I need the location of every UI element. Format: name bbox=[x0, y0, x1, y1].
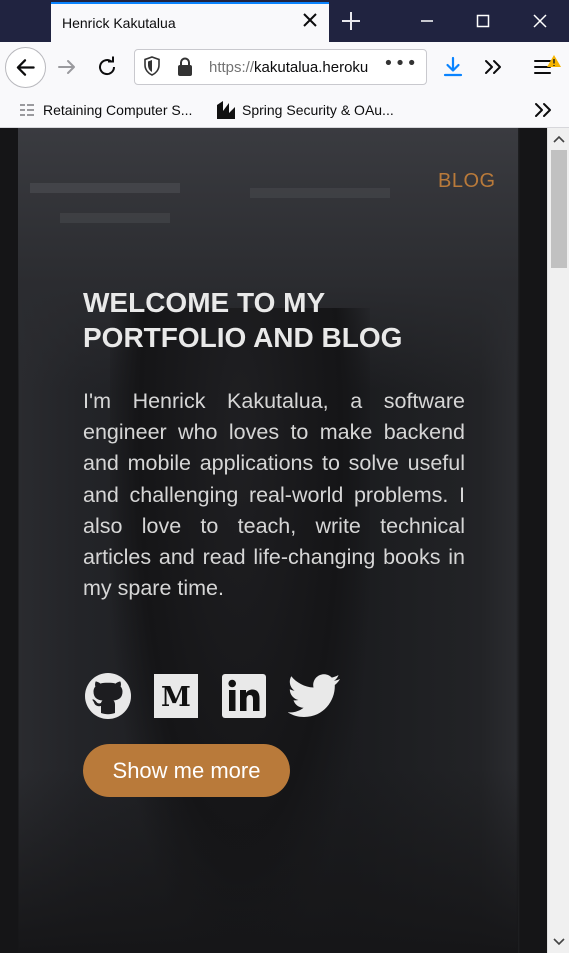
bookmark-spring-icon bbox=[214, 99, 238, 121]
forward-arrow-icon[interactable] bbox=[55, 55, 79, 79]
window-close-icon[interactable] bbox=[531, 12, 549, 30]
scroll-down-arrow-icon[interactable] bbox=[548, 933, 569, 951]
blog-nav-link[interactable]: BLOG bbox=[438, 170, 496, 193]
bookmarks-overflow-icon[interactable] bbox=[532, 100, 554, 120]
twitter-icon[interactable] bbox=[288, 673, 342, 719]
new-tab-icon[interactable] bbox=[340, 10, 362, 32]
lock-icon[interactable] bbox=[175, 56, 195, 78]
svg-text:M: M bbox=[161, 682, 191, 713]
page-scrollbar[interactable] bbox=[547, 128, 569, 953]
page-actions-button[interactable]: ••• bbox=[383, 53, 418, 74]
background-light-panel bbox=[60, 213, 170, 223]
browser-tab[interactable]: Henrick Kakutalua bbox=[51, 2, 329, 42]
linkedin-icon[interactable] bbox=[221, 673, 267, 719]
back-button[interactable] bbox=[5, 47, 46, 88]
url-text: https://kakutalua.heroku bbox=[209, 59, 368, 76]
navigation-toolbar: https://kakutalua.heroku ••• bbox=[0, 42, 569, 92]
hero-intro: I'm Henrick Kakutalua, a software engine… bbox=[83, 389, 465, 601]
bookmark-generic-icon bbox=[17, 100, 37, 120]
reload-icon[interactable] bbox=[95, 55, 119, 79]
bookmarks-toolbar: Retaining Computer S... Spring Security … bbox=[0, 92, 569, 128]
minimize-icon[interactable] bbox=[418, 12, 436, 30]
menu-icon[interactable] bbox=[532, 55, 562, 79]
url-host: kakutalua.heroku bbox=[254, 59, 369, 76]
scrollbar-thumb[interactable] bbox=[551, 150, 567, 268]
tab-close-icon[interactable] bbox=[301, 11, 319, 29]
scroll-up-arrow-icon[interactable] bbox=[548, 130, 569, 148]
bookmark-item-spring-security[interactable]: Spring Security & OAu... bbox=[242, 102, 394, 118]
url-scheme: https:// bbox=[209, 59, 255, 76]
shield-icon[interactable] bbox=[141, 55, 163, 77]
bookmark-item-retaining[interactable]: Retaining Computer S... bbox=[43, 102, 192, 118]
browser-titlebar: Henrick Kakutalua bbox=[0, 0, 569, 42]
background-light-panel bbox=[30, 183, 180, 193]
tab-title: Henrick Kakutalua bbox=[62, 15, 176, 31]
hero-title: WELCOME TO MY PORTFOLIO AND BLOG bbox=[83, 287, 403, 353]
background-light-panel bbox=[250, 188, 390, 198]
page-viewport: BLOG WELCOME TO MY PORTFOLIO AND BLOG I'… bbox=[0, 128, 547, 953]
download-icon[interactable] bbox=[441, 55, 465, 79]
address-bar[interactable]: https://kakutalua.heroku ••• bbox=[134, 49, 427, 85]
maximize-icon[interactable] bbox=[474, 12, 492, 30]
github-icon[interactable] bbox=[83, 671, 133, 721]
overflow-chevron-icon[interactable] bbox=[481, 55, 505, 79]
medium-icon[interactable]: M bbox=[153, 673, 199, 719]
show-me-more-button[interactable]: Show me more bbox=[83, 744, 290, 797]
